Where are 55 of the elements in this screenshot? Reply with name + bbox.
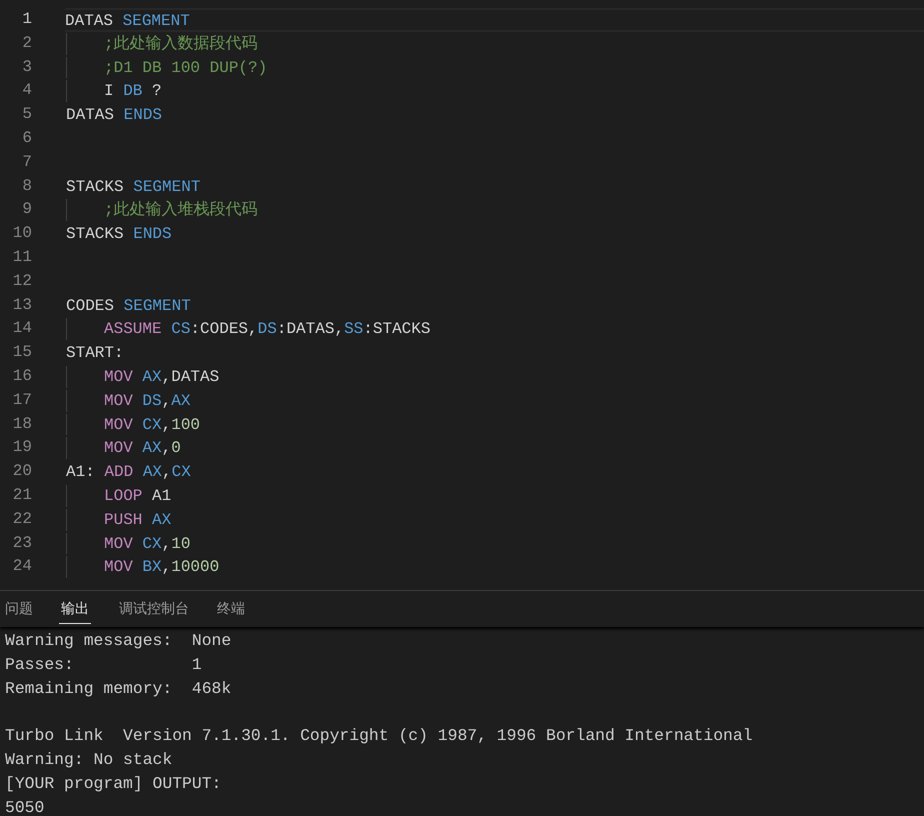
line-number: 20 bbox=[12, 461, 32, 482]
code-line: STACKS ENDS bbox=[66, 224, 172, 245]
line-number: 23 bbox=[12, 532, 32, 554]
line-number: 17 bbox=[12, 390, 32, 411]
panel-tab[interactable]: 调试控制台 bbox=[119, 591, 189, 627]
line-number: 2 bbox=[21, 32, 32, 54]
line-number: 10 bbox=[12, 223, 32, 244]
line-number: 24 bbox=[12, 556, 32, 578]
code-line: ASSUME CS:CODES,DS:DATAS,SS:STACKS bbox=[66, 318, 430, 340]
line-number: 3 bbox=[21, 56, 32, 78]
line-number: 14 bbox=[12, 318, 32, 340]
panel-tab[interactable]: 输出 bbox=[59, 594, 91, 624]
code-line: A1: ADD AX,CX bbox=[66, 462, 191, 483]
code-line: START: bbox=[66, 343, 124, 364]
code-line: PUSH AX bbox=[66, 508, 172, 531]
line-number: 16 bbox=[12, 366, 32, 387]
code-line: STACKS SEGMENT bbox=[66, 176, 200, 198]
code-line: MOV BX,10000 bbox=[66, 556, 220, 578]
panel-tab[interactable]: 终端 bbox=[217, 591, 245, 627]
line-number: 18 bbox=[12, 414, 32, 435]
output-line: [YOUR program] OUTPUT: bbox=[5, 772, 222, 795]
output-line: 5050 bbox=[5, 796, 46, 816]
code-line: DATAS SEGMENT bbox=[65, 11, 190, 30]
code-line: ;此处输入堆栈段代码 bbox=[66, 199, 258, 222]
line-number: 22 bbox=[12, 508, 32, 530]
line-number: 21 bbox=[12, 484, 32, 506]
line-number: 7 bbox=[21, 152, 32, 173]
line-number: 5 bbox=[21, 104, 32, 126]
code-line: DATAS ENDS bbox=[66, 105, 162, 126]
code-line: MOV AX,DATAS bbox=[66, 366, 220, 388]
line-number: 15 bbox=[12, 342, 32, 364]
code-line: ;此处输入数据段代码 bbox=[66, 32, 258, 55]
code-line: MOV CX,100 bbox=[66, 414, 200, 436]
line-number: 4 bbox=[21, 80, 32, 102]
line-number: 19 bbox=[12, 437, 32, 458]
code-line: ;D1 DB 100 DUP(?) bbox=[66, 56, 268, 78]
line-number: 12 bbox=[12, 270, 32, 292]
output-line: Remaining memory: 468k bbox=[5, 678, 232, 700]
code-line: MOV AX,0 bbox=[66, 437, 181, 460]
code-line: MOV CX,10 bbox=[66, 532, 190, 554]
output-line: Warning messages: None bbox=[5, 630, 232, 652]
code-line: LOOP A1 bbox=[66, 484, 172, 507]
line-number: 13 bbox=[12, 294, 32, 316]
code-line: I DB ? bbox=[66, 80, 162, 102]
line-number: 6 bbox=[21, 128, 32, 149]
output-line: Warning: No stack bbox=[5, 748, 174, 771]
code-line: MOV DS,AX bbox=[66, 390, 190, 412]
output-line: Turbo Link Version 7.1.30.1. Copyright (c) 1987, 1996 Borland International bbox=[5, 725, 754, 748]
line-number: 9 bbox=[21, 199, 32, 220]
line-number: 11 bbox=[12, 246, 32, 268]
code-line: CODES SEGMENT bbox=[66, 296, 191, 316]
line-number: 8 bbox=[21, 176, 32, 197]
panel-tab[interactable]: 问题 bbox=[5, 591, 33, 627]
line-number: 1 bbox=[21, 9, 32, 30]
output-line: Passes: 1 bbox=[5, 654, 203, 676]
